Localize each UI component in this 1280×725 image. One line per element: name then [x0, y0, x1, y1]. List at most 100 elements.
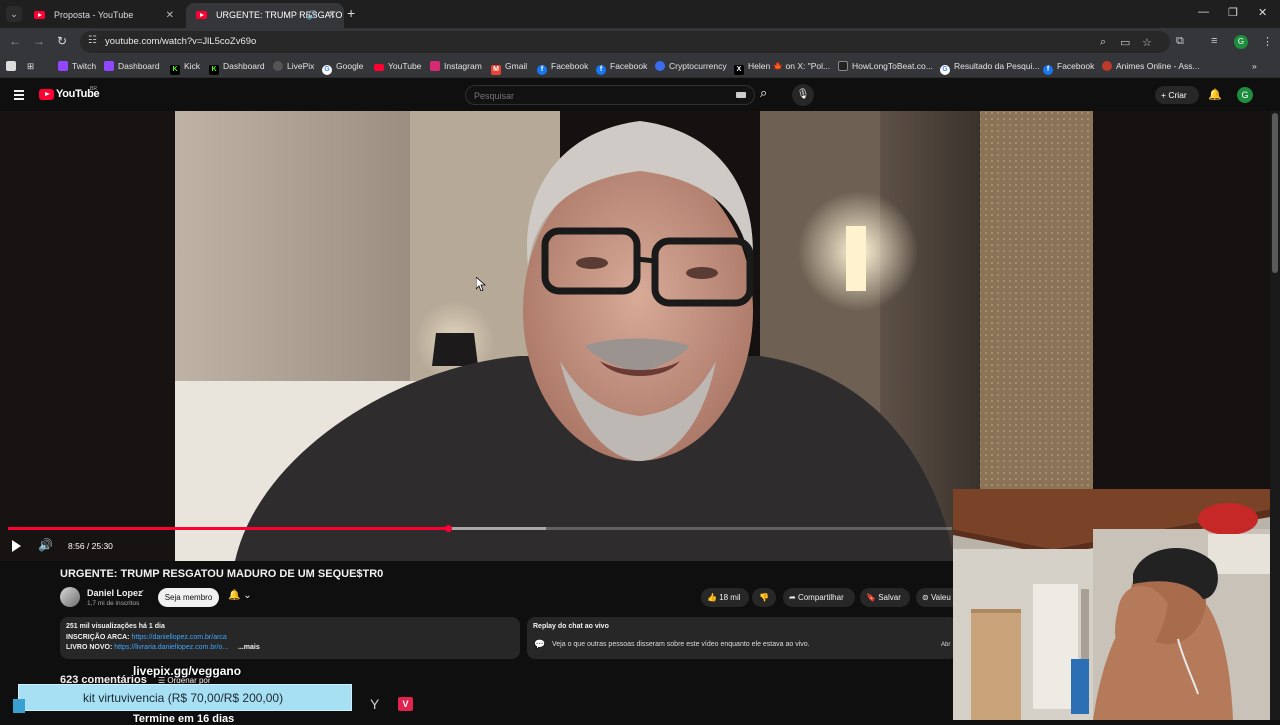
account-avatar[interactable]: G: [1237, 87, 1253, 103]
facebook-icon: f: [1043, 65, 1053, 75]
tab-proposta[interactable]: Proposta - YouTube ✕: [24, 3, 182, 28]
bookmark-twitch-dashboard[interactable]: Dashboard: [104, 61, 160, 71]
time-display: 8:56 / 25:30: [68, 541, 113, 551]
reload-icon[interactable]: ↻: [57, 34, 67, 48]
mouse-cursor-icon: [476, 277, 486, 291]
share-icon: ➦: [789, 593, 798, 602]
url-text[interactable]: youtube.com/watch?v=JlL5coZv69o: [105, 36, 256, 47]
webcam-image: [953, 489, 1270, 720]
site-info-icon[interactable]: ☷: [88, 35, 97, 46]
live-chat-replay: Replay do chat ao vivo 💬 Veja o que outr…: [527, 617, 957, 659]
bookmark-instagram[interactable]: Instagram: [430, 61, 482, 71]
v-logo-icon: V: [398, 697, 413, 711]
arca-link[interactable]: https://daniellopez.com.br/arca: [131, 634, 226, 641]
notifications-bell-icon[interactable]: 🔔: [1208, 88, 1222, 101]
forward-icon[interactable]: →: [33, 34, 45, 48]
microphone-icon[interactable]: 🎙: [792, 84, 814, 106]
browser-profile-avatar[interactable]: G: [1234, 35, 1248, 49]
save-button[interactable]: 🔖 Salvar: [860, 588, 910, 607]
bookmark-kick[interactable]: K Kick: [170, 61, 200, 75]
twitch-icon: [58, 61, 68, 71]
bookmark-livepix[interactable]: LivePix: [273, 61, 314, 71]
guide-menu-icon[interactable]: [14, 90, 24, 102]
bookmark-youtube[interactable]: YouTube: [374, 61, 421, 71]
tab-search-chevron-icon[interactable]: ⌄: [6, 6, 22, 22]
search-box[interactable]: [465, 85, 755, 105]
search-input[interactable]: [474, 89, 724, 102]
address-bar[interactable]: ☷ youtube.com/watch?v=JlL5coZv69o ⌕ ▭ ☆: [80, 31, 1170, 53]
more-bookmarks-icon[interactable]: »: [1252, 61, 1257, 71]
subscription-bell-icon[interactable]: 🔔 ⌄: [228, 590, 252, 601]
progress-bar[interactable]: [8, 525, 952, 532]
thanks-button[interactable]: ⊜ Valeu: [916, 588, 956, 607]
search-icon[interactable]: ⌕: [760, 85, 767, 101]
bookmark-kick-dashboard[interactable]: K Dashboard: [209, 61, 265, 75]
scrollbar-thumb[interactable]: [1272, 113, 1278, 273]
apps-grid-icon[interactable]: ⊞: [27, 61, 34, 72]
new-tab-button[interactable]: +: [347, 5, 355, 21]
bookmark-google[interactable]: G Google: [322, 61, 363, 75]
bookmarks-bar: ⊞ Twitch Dashboard K Kick K Dashboard Live…: [0, 56, 1280, 78]
open-chat-button[interactable]: Abr: [941, 642, 950, 648]
join-button[interactable]: Seja membro: [158, 588, 219, 607]
bookmark-resultado-pesquisa[interactable]: G Resultado da Pesqui...: [940, 61, 1040, 75]
thanks-icon: ⊜: [922, 593, 931, 602]
google-icon: G: [322, 65, 332, 75]
play-icon[interactable]: [12, 540, 21, 552]
close-window-icon[interactable]: ✕: [1258, 6, 1267, 19]
kick-icon: K: [170, 65, 180, 75]
channel-name[interactable]: Daniel Lopez: [87, 588, 143, 598]
livepix-icon: [273, 61, 283, 71]
streamer-webcam: [953, 489, 1270, 720]
verified-badge-icon: ✔: [138, 588, 145, 597]
back-icon[interactable]: ←: [9, 34, 21, 48]
bookmark-cryptocurrency[interactable]: Cryptocurrency: [655, 61, 727, 71]
livro-link[interactable]: https://livraria.daniellopez.com.br/o...: [114, 644, 228, 651]
sidebar-toggle-icon[interactable]: [6, 61, 20, 71]
more-link[interactable]: ...mais: [238, 644, 260, 651]
bookmark-facebook[interactable]: f Facebook: [537, 61, 588, 75]
kick-icon: K: [209, 65, 219, 75]
facebook-icon: f: [537, 65, 547, 75]
bookmark-star-icon[interactable]: ☆: [1142, 36, 1152, 49]
youtube-logo-icon[interactable]: [39, 89, 54, 100]
live-chat-title: Replay do chat ao vivo: [533, 623, 609, 630]
cast-icon[interactable]: ▭: [1120, 36, 1130, 49]
keyboard-icon[interactable]: [736, 92, 746, 98]
browser-menu-icon[interactable]: ⋮: [1262, 35, 1273, 48]
volume-icon[interactable]: 🔊: [38, 538, 53, 552]
x-icon: X: [734, 65, 744, 75]
bookmark-twitch[interactable]: Twitch: [58, 61, 96, 71]
close-tab-icon[interactable]: ✕: [166, 3, 174, 28]
crypto-icon: [655, 61, 665, 71]
bookmark-howlongtobeat[interactable]: HowLongToBeat.co...: [838, 61, 933, 71]
tab-urgente[interactable]: URGENTE: TRUMP RESGATO 🔊 ✕: [186, 3, 344, 28]
bookmark-facebook-2[interactable]: f Facebook: [596, 61, 647, 75]
video-description[interactable]: 251 mil visualizações há 1 dia INSCRIÇÃO…: [60, 617, 520, 659]
subscriber-count: 1,7 mi de inscritos: [87, 600, 140, 607]
dislike-button[interactable]: 👎: [752, 588, 776, 607]
bookmark-x-helen[interactable]: X Helen 🍁 on X: "Pol...: [734, 61, 830, 75]
zoom-icon[interactable]: ⌕: [1100, 36, 1106, 49]
like-button[interactable]: 👍 18 mil: [701, 588, 749, 607]
page-scrollbar[interactable]: [1270, 111, 1280, 720]
close-tab-icon[interactable]: ✕: [328, 3, 336, 28]
extensions-icon[interactable]: ⧉: [1176, 35, 1184, 48]
scrubber-handle[interactable]: [444, 525, 452, 532]
twitch-icon: [104, 61, 114, 71]
bookmark-gmail[interactable]: M Gmail: [491, 61, 527, 75]
minimize-icon[interactable]: —: [1198, 6, 1209, 18]
create-button[interactable]: + Criar: [1155, 86, 1199, 104]
audio-playing-icon[interactable]: 🔊: [307, 3, 318, 28]
share-button[interactable]: ➦ Compartilhar: [783, 588, 855, 607]
goal-bar-accent: [13, 699, 25, 713]
donation-goal-text: kit virtuvivencia (R$ 70,00/R$ 200,00): [83, 691, 284, 705]
reading-list-icon[interactable]: ≡: [1211, 35, 1217, 47]
restore-icon[interactable]: ❐: [1228, 6, 1238, 19]
bookmark-facebook-3[interactable]: f Facebook: [1043, 61, 1094, 75]
channel-avatar[interactable]: [60, 587, 80, 607]
played-bar: [8, 527, 448, 530]
bookmark-animes-online[interactable]: Animes Online - Ass...: [1102, 61, 1200, 71]
thumbs-up-icon: 👍: [707, 593, 720, 602]
browser-toolbar: ← → ↻ ☷ youtube.com/watch?v=JlL5coZv69o …: [0, 28, 1280, 56]
